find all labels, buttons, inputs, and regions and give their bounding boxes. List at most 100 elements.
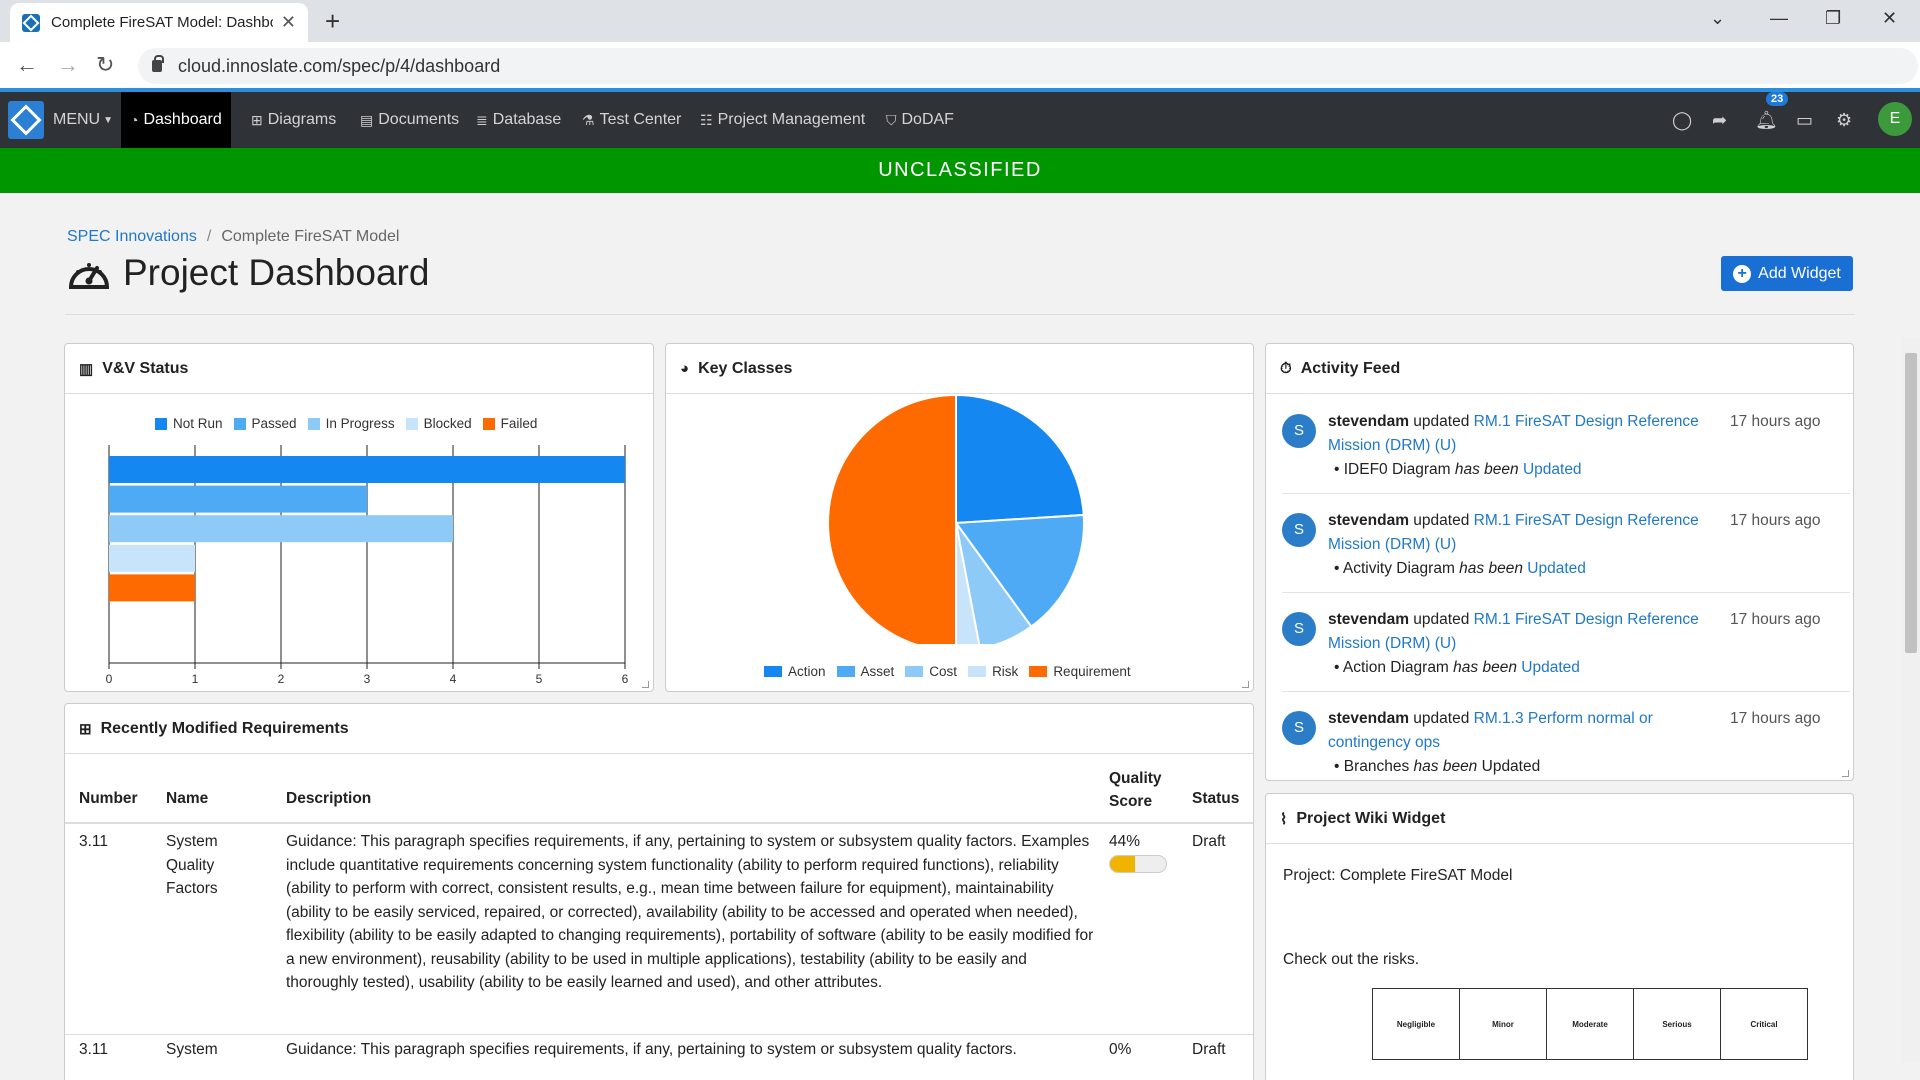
activity-verb: updated bbox=[1408, 413, 1474, 430]
legend-swatch bbox=[482, 417, 495, 430]
paperclip-icon: ⌇ bbox=[1280, 810, 1288, 828]
avatar[interactable]: E bbox=[1878, 102, 1912, 136]
nav-documents-label: Documents bbox=[378, 111, 460, 128]
nav-dodaf[interactable]: ⛉ DoDAF bbox=[886, 92, 954, 148]
activity-time: 17 hours ago bbox=[1730, 710, 1821, 727]
x-tick-label: 3 bbox=[364, 672, 371, 684]
legend-swatch bbox=[968, 666, 987, 677]
legend-item-requirement[interactable]: Requirement bbox=[1029, 664, 1131, 679]
activity-verb: updated bbox=[1408, 611, 1474, 628]
column-header-status[interactable]: Status bbox=[1192, 790, 1239, 808]
add-widget-button[interactable]: + Add Widget bbox=[1721, 256, 1853, 291]
back-icon[interactable]: ← bbox=[16, 52, 38, 78]
activity-status-link[interactable]: Updated bbox=[1521, 659, 1580, 676]
restore-icon[interactable]: ❐ bbox=[1825, 8, 1841, 29]
browser-tab[interactable]: Complete FireSAT Model: Dashbo ✕ bbox=[10, 3, 308, 42]
column-header-number[interactable]: Number bbox=[79, 790, 138, 808]
req-description: Guidance: This paragraph specifies requi… bbox=[286, 1041, 1017, 1058]
legend-item-passed[interactable]: Passed bbox=[233, 416, 297, 431]
nav-diagrams[interactable]: ⊞ Diagrams bbox=[251, 92, 336, 148]
req-status: Draft bbox=[1192, 833, 1226, 850]
legend-label: Action bbox=[788, 664, 826, 679]
nav-test-center[interactable]: ⚗ Test Center bbox=[582, 92, 681, 148]
address-bar[interactable]: cloud.innoslate.com/spec/p/4/dashboard bbox=[138, 48, 1918, 84]
bar-not-run bbox=[109, 456, 625, 483]
resize-handle[interactable] bbox=[1842, 770, 1849, 777]
activity-status-link[interactable]: Updated bbox=[1527, 560, 1586, 577]
x-tick-label: 2 bbox=[278, 672, 285, 684]
legend-item-asset[interactable]: Asset bbox=[836, 664, 894, 679]
req-status: Draft bbox=[1192, 1041, 1226, 1058]
activity-feed-widget: ⏱ Activity Feed S stevendam updated RM.1… bbox=[1265, 343, 1854, 781]
column-header-description[interactable]: Description bbox=[286, 790, 371, 808]
wiki-risk-line: Check out the risks. bbox=[1283, 951, 1420, 968]
legend-item-cost[interactable]: Cost bbox=[905, 664, 957, 679]
legend-item-risk[interactable]: Risk bbox=[968, 664, 1018, 679]
legend-item-action[interactable]: Action bbox=[764, 664, 826, 679]
page-title: Project Dashboard bbox=[123, 252, 430, 293]
key-classes-header[interactable]: ◕ Key Classes bbox=[666, 344, 1253, 394]
legend-item-in-progress[interactable]: In Progress bbox=[307, 416, 395, 431]
activity-detail-mid: has been bbox=[1409, 758, 1482, 775]
legend-item-failed[interactable]: Failed bbox=[482, 416, 537, 431]
forward-icon[interactable]: → bbox=[57, 52, 79, 78]
close-window-icon[interactable]: ✕ bbox=[1882, 8, 1897, 29]
tab-title: Complete FireSAT Model: Dashbo bbox=[51, 14, 273, 31]
nav-database[interactable]: ≣ Database bbox=[476, 92, 561, 148]
gear-icon[interactable]: ⚙ bbox=[1836, 110, 1852, 131]
menu-button[interactable]: MENU ▼ bbox=[53, 92, 113, 148]
browser-tab-bar: Complete FireSAT Model: Dashbo ✕ + ⌄ — ❐… bbox=[0, 0, 1920, 42]
innoslate-logo-icon[interactable] bbox=[8, 101, 44, 139]
scrollbar-thumb[interactable] bbox=[1905, 353, 1917, 653]
column-header-name[interactable]: Name bbox=[166, 790, 208, 808]
pie-chart-icon: ◕ bbox=[680, 360, 690, 377]
header-divider bbox=[65, 314, 1855, 315]
legend-swatch bbox=[233, 417, 246, 430]
pie-legend: Action Asset Cost Risk Requirement bbox=[764, 664, 1142, 679]
user-avatar[interactable]: S bbox=[1282, 513, 1316, 547]
address-row: ← → ↻ cloud.innoslate.com/spec/p/4/dashb… bbox=[0, 42, 1920, 90]
reload-icon[interactable]: ↻ bbox=[96, 52, 114, 78]
legend-label: Passed bbox=[251, 416, 297, 431]
nav-project-management[interactable]: ☷ Project Management bbox=[700, 92, 865, 148]
nav-documents[interactable]: ▤ Documents bbox=[360, 92, 459, 148]
activity-user: stevendam bbox=[1328, 611, 1409, 628]
user-avatar[interactable]: S bbox=[1282, 711, 1316, 745]
chat-icon[interactable]: ◯ bbox=[1672, 110, 1692, 131]
close-tab-icon[interactable]: ✕ bbox=[281, 12, 296, 33]
project-wiki-header[interactable]: ⌇ Project Wiki Widget bbox=[1266, 794, 1853, 844]
req-name: System Quality Factors bbox=[166, 833, 218, 897]
bell-icon[interactable]: 🔔︎ bbox=[1755, 110, 1778, 131]
nav-dodaf-label: DoDAF bbox=[901, 111, 954, 128]
activity-detail-item: Action Diagram bbox=[1342, 659, 1449, 676]
legend-item-blocked[interactable]: Blocked bbox=[405, 416, 472, 431]
folder-icon[interactable]: ▭ bbox=[1796, 110, 1813, 131]
x-tick-label: 6 bbox=[622, 672, 629, 684]
minimize-icon[interactable]: — bbox=[1770, 8, 1788, 29]
new-tab-icon[interactable]: + bbox=[325, 6, 340, 37]
breadcrumb-root-link[interactable]: SPEC Innovations bbox=[67, 228, 197, 245]
column-header-quality-score[interactable]: Quality Score bbox=[1109, 767, 1167, 813]
activity-verb: updated bbox=[1408, 512, 1474, 529]
resize-handle[interactable] bbox=[642, 681, 649, 688]
legend-item-not-run[interactable]: Not Run bbox=[155, 416, 223, 431]
risk-column-header: Moderate bbox=[1546, 988, 1634, 1060]
requirements-header[interactable]: ⊞ Recently Modified Requirements bbox=[65, 704, 1253, 754]
user-avatar[interactable]: S bbox=[1282, 414, 1316, 448]
req-number: 3.11 bbox=[79, 1041, 109, 1058]
tab-search-icon[interactable]: ⌄ bbox=[1710, 8, 1725, 29]
resize-handle[interactable] bbox=[1242, 681, 1249, 688]
requirements-title: Recently Modified Requirements bbox=[100, 719, 349, 737]
checklist-icon: ☷ bbox=[700, 111, 713, 128]
x-tick-label: 4 bbox=[450, 672, 457, 684]
activity-status-link[interactable]: Updated bbox=[1523, 461, 1582, 478]
page-scrollbar[interactable] bbox=[1902, 337, 1920, 1063]
vv-status-header[interactable]: ▥ V&V Status bbox=[65, 344, 653, 394]
share-icon[interactable]: ➦ bbox=[1712, 110, 1727, 131]
user-avatar[interactable]: S bbox=[1282, 612, 1316, 646]
activity-feed-header[interactable]: ⏱ Activity Feed bbox=[1266, 344, 1853, 394]
legend-swatch bbox=[905, 666, 924, 677]
stopwatch-icon: ⏱ bbox=[1280, 360, 1292, 377]
shield-icon: ⛉ bbox=[886, 111, 897, 128]
nav-dashboard[interactable]: ◔ Dashboard bbox=[121, 92, 231, 148]
